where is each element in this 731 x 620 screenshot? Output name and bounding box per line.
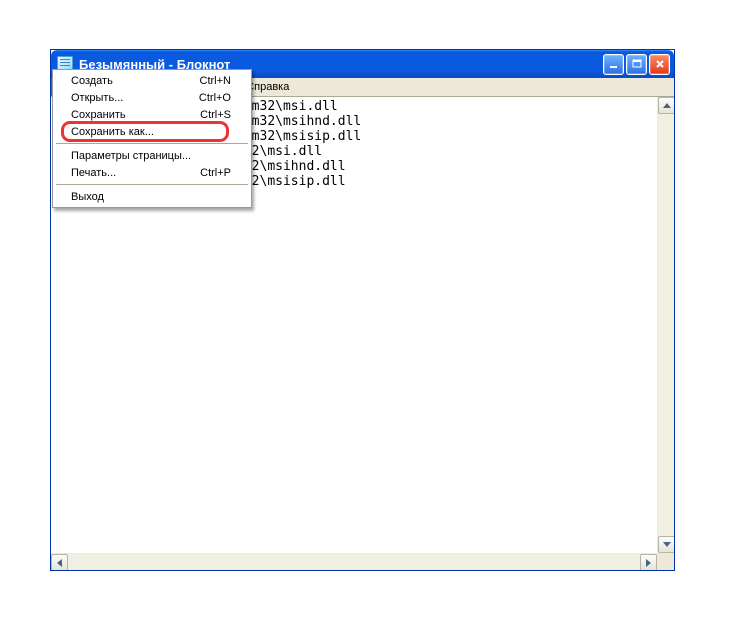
scroll-corner [657, 553, 674, 570]
horizontal-scrollbar[interactable] [51, 553, 657, 570]
scroll-left-button[interactable] [51, 554, 68, 570]
menu-open[interactable]: Открыть... Ctrl+O [55, 89, 249, 106]
arrow-down-icon [663, 542, 671, 547]
menu-separator [56, 143, 248, 144]
menu-separator [56, 184, 248, 185]
menu-new[interactable]: Создать Ctrl+N [55, 72, 249, 89]
menu-exit[interactable]: Выход [55, 188, 249, 205]
arrow-up-icon [663, 103, 671, 108]
minimize-icon [609, 59, 619, 69]
close-icon [655, 59, 665, 69]
file-menu-dropdown: Создать Ctrl+N Открыть... Ctrl+O Сохрани… [52, 69, 252, 208]
window-buttons [603, 54, 670, 75]
maximize-button[interactable] [626, 54, 647, 75]
arrow-left-icon [57, 559, 62, 567]
menu-save[interactable]: Сохранить Ctrl+S [55, 106, 249, 123]
scroll-right-button[interactable] [640, 554, 657, 570]
notepad-window: Безымянный - Блокнот Файл Правка Формат … [50, 49, 675, 571]
minimize-button[interactable] [603, 54, 624, 75]
menu-print[interactable]: Печать... Ctrl+P [55, 164, 249, 181]
scroll-up-button[interactable] [658, 97, 674, 114]
maximize-icon [632, 59, 642, 69]
scroll-down-button[interactable] [658, 536, 674, 553]
menubar: Файл Правка Формат Вид Справка Создать C… [51, 78, 674, 97]
menu-save-as[interactable]: Сохранить как... [55, 123, 249, 140]
close-button[interactable] [649, 54, 670, 75]
vertical-scrollbar[interactable] [657, 97, 674, 553]
arrow-right-icon [646, 559, 651, 567]
menu-page-setup[interactable]: Параметры страницы... [55, 147, 249, 164]
